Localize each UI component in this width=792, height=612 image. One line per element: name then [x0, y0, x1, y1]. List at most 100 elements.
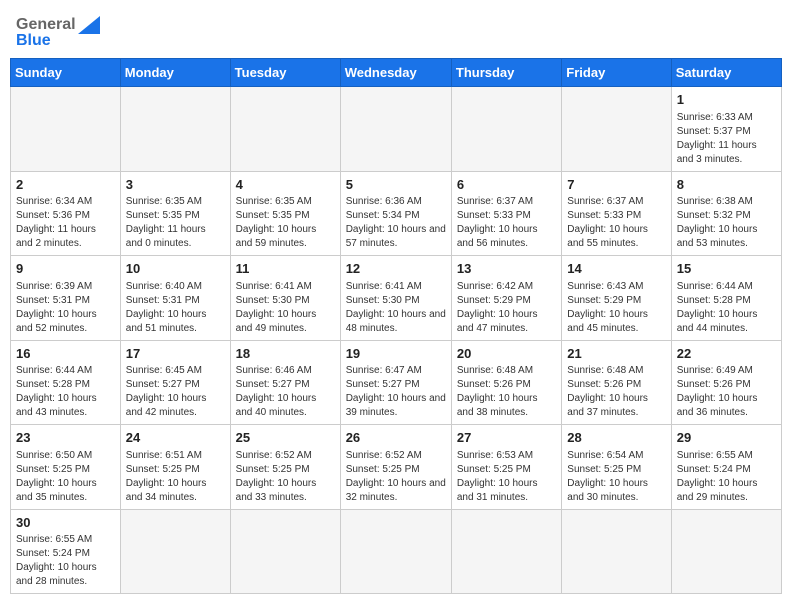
table-row: 17Sunrise: 6:45 AM Sunset: 5:27 PM Dayli…	[120, 340, 230, 425]
day-number: 28	[567, 429, 665, 447]
col-tuesday: Tuesday	[230, 59, 340, 87]
day-number: 18	[236, 345, 335, 363]
day-number: 16	[16, 345, 115, 363]
table-row: 22Sunrise: 6:49 AM Sunset: 5:26 PM Dayli…	[671, 340, 781, 425]
day-number: 10	[126, 260, 225, 278]
table-row	[451, 87, 561, 172]
day-number: 11	[236, 260, 335, 278]
day-number: 3	[126, 176, 225, 194]
col-sunday: Sunday	[11, 59, 121, 87]
day-number: 20	[457, 345, 556, 363]
day-number: 29	[677, 429, 776, 447]
day-number: 4	[236, 176, 335, 194]
col-saturday: Saturday	[671, 59, 781, 87]
day-info: Sunrise: 6:37 AM Sunset: 5:33 PM Dayligh…	[567, 195, 665, 251]
day-info: Sunrise: 6:39 AM Sunset: 5:31 PM Dayligh…	[16, 280, 115, 336]
col-monday: Monday	[120, 59, 230, 87]
table-row: 20Sunrise: 6:48 AM Sunset: 5:26 PM Dayli…	[451, 340, 561, 425]
table-row	[230, 509, 340, 594]
day-info: Sunrise: 6:48 AM Sunset: 5:26 PM Dayligh…	[457, 364, 556, 420]
table-row	[120, 509, 230, 594]
day-info: Sunrise: 6:55 AM Sunset: 5:24 PM Dayligh…	[677, 449, 776, 505]
header: General Blue	[0, 0, 792, 58]
day-number: 7	[567, 176, 665, 194]
table-row: 1 Sunrise: 6:33 AM Sunset: 5:37 PM Daylig…	[671, 87, 781, 172]
table-row: 28 Sunrise: 6:54 AM Sunset: 5:25 PM Dayli…	[562, 425, 671, 510]
table-row	[120, 87, 230, 172]
day-info: Sunrise: 6:38 AM Sunset: 5:32 PM Dayligh…	[677, 195, 776, 251]
table-row: 18Sunrise: 6:46 AM Sunset: 5:27 PM Dayli…	[230, 340, 340, 425]
day-info: Sunrise: 6:53 AM Sunset: 5:25 PM Dayligh…	[457, 449, 556, 505]
table-row: 21Sunrise: 6:48 AM Sunset: 5:26 PM Dayli…	[562, 340, 671, 425]
day-info: Sunrise: 6:54 AM Sunset: 5:25 PM Dayligh…	[567, 449, 665, 505]
table-row: 30Sunrise: 6:55 AM Sunset: 5:24 PM Dayli…	[11, 509, 121, 594]
day-info: Sunrise: 6:46 AM Sunset: 5:27 PM Dayligh…	[236, 364, 335, 420]
table-row: 8Sunrise: 6:38 AM Sunset: 5:32 PM Daylig…	[671, 171, 781, 256]
calendar-week-row: 16Sunrise: 6:44 AM Sunset: 5:28 PM Dayli…	[11, 340, 782, 425]
table-row	[671, 509, 781, 594]
calendar-wrapper: Sunday Monday Tuesday Wednesday Thursday…	[0, 58, 792, 604]
day-info: Sunrise: 6:51 AM Sunset: 5:25 PM Dayligh…	[126, 449, 225, 505]
table-row: 19Sunrise: 6:47 AM Sunset: 5:27 PM Dayli…	[340, 340, 451, 425]
day-number: 26	[346, 429, 446, 447]
calendar-week-row: 23Sunrise: 6:50 AM Sunset: 5:25 PM Dayli…	[11, 425, 782, 510]
table-row: 14Sunrise: 6:43 AM Sunset: 5:29 PM Dayli…	[562, 256, 671, 341]
calendar-header-row: Sunday Monday Tuesday Wednesday Thursday…	[11, 59, 782, 87]
day-number: 9	[16, 260, 115, 278]
table-row: 15 Sunrise: 6:44 AM Sunset: 5:28 PM Dayli…	[671, 256, 781, 341]
col-friday: Friday	[562, 59, 671, 87]
day-info: Sunrise: 6:41 AM Sunset: 5:30 PM Dayligh…	[236, 280, 335, 336]
day-info: Sunrise: 6:45 AM Sunset: 5:27 PM Dayligh…	[126, 364, 225, 420]
logo-triangle-icon	[78, 16, 100, 34]
day-info: Sunrise: 6:55 AM Sunset: 5:24 PM Dayligh…	[16, 533, 115, 589]
table-row	[562, 87, 671, 172]
day-number: 23	[16, 429, 115, 447]
day-info: Sunrise: 6:49 AM Sunset: 5:26 PM Dayligh…	[677, 364, 776, 420]
day-info: Sunrise: 6:41 AM Sunset: 5:30 PM Dayligh…	[346, 280, 446, 336]
day-info: Sunrise: 6:37 AM Sunset: 5:33 PM Dayligh…	[457, 195, 556, 251]
day-number: 30	[16, 514, 115, 532]
day-number: 27	[457, 429, 556, 447]
day-number: 15	[677, 260, 776, 278]
col-thursday: Thursday	[451, 59, 561, 87]
day-info: Sunrise: 6:42 AM Sunset: 5:29 PM Dayligh…	[457, 280, 556, 336]
table-row: 26 Sunrise: 6:52 AM Sunset: 5:25 PM Dayli…	[340, 425, 451, 510]
table-row: 2Sunrise: 6:34 AM Sunset: 5:36 PM Daylig…	[11, 171, 121, 256]
table-row: 4Sunrise: 6:35 AM Sunset: 5:35 PM Daylig…	[230, 171, 340, 256]
calendar-week-row: 9 Sunrise: 6:39 AM Sunset: 5:31 PM Daylig…	[11, 256, 782, 341]
day-info: Sunrise: 6:33 AM Sunset: 5:37 PM Dayligh…	[677, 111, 776, 167]
day-number: 19	[346, 345, 446, 363]
day-number: 22	[677, 345, 776, 363]
table-row: 27 Sunrise: 6:53 AM Sunset: 5:25 PM Dayli…	[451, 425, 561, 510]
day-info: Sunrise: 6:43 AM Sunset: 5:29 PM Dayligh…	[567, 280, 665, 336]
calendar-week-row: 1 Sunrise: 6:33 AM Sunset: 5:37 PM Daylig…	[11, 87, 782, 172]
table-row: 5Sunrise: 6:36 AM Sunset: 5:34 PM Daylig…	[340, 171, 451, 256]
day-info: Sunrise: 6:47 AM Sunset: 5:27 PM Dayligh…	[346, 364, 446, 420]
table-row	[562, 509, 671, 594]
table-row: 29 Sunrise: 6:55 AM Sunset: 5:24 PM Dayli…	[671, 425, 781, 510]
table-row: 16Sunrise: 6:44 AM Sunset: 5:28 PM Dayli…	[11, 340, 121, 425]
table-row: 7Sunrise: 6:37 AM Sunset: 5:33 PM Daylig…	[562, 171, 671, 256]
day-info: Sunrise: 6:52 AM Sunset: 5:25 PM Dayligh…	[346, 449, 446, 505]
logo-blue: Blue	[16, 32, 51, 50]
day-number: 1	[677, 91, 776, 109]
day-number: 24	[126, 429, 225, 447]
day-number: 25	[236, 429, 335, 447]
day-info: Sunrise: 6:44 AM Sunset: 5:28 PM Dayligh…	[677, 280, 776, 336]
day-info: Sunrise: 6:36 AM Sunset: 5:34 PM Dayligh…	[346, 195, 446, 251]
day-info: Sunrise: 6:40 AM Sunset: 5:31 PM Dayligh…	[126, 280, 225, 336]
day-info: Sunrise: 6:52 AM Sunset: 5:25 PM Dayligh…	[236, 449, 335, 505]
day-number: 6	[457, 176, 556, 194]
col-wednesday: Wednesday	[340, 59, 451, 87]
calendar-table: Sunday Monday Tuesday Wednesday Thursday…	[10, 58, 782, 594]
logo: General Blue	[16, 16, 100, 50]
day-number: 12	[346, 260, 446, 278]
table-row: 25 Sunrise: 6:52 AM Sunset: 5:25 PM Dayli…	[230, 425, 340, 510]
day-number: 17	[126, 345, 225, 363]
table-row	[451, 509, 561, 594]
table-row	[340, 509, 451, 594]
page: General Blue Sunday Monday Tuesday Wedne…	[0, 0, 792, 612]
table-row: 13Sunrise: 6:42 AM Sunset: 5:29 PM Dayli…	[451, 256, 561, 341]
table-row: 6Sunrise: 6:37 AM Sunset: 5:33 PM Daylig…	[451, 171, 561, 256]
table-row	[230, 87, 340, 172]
